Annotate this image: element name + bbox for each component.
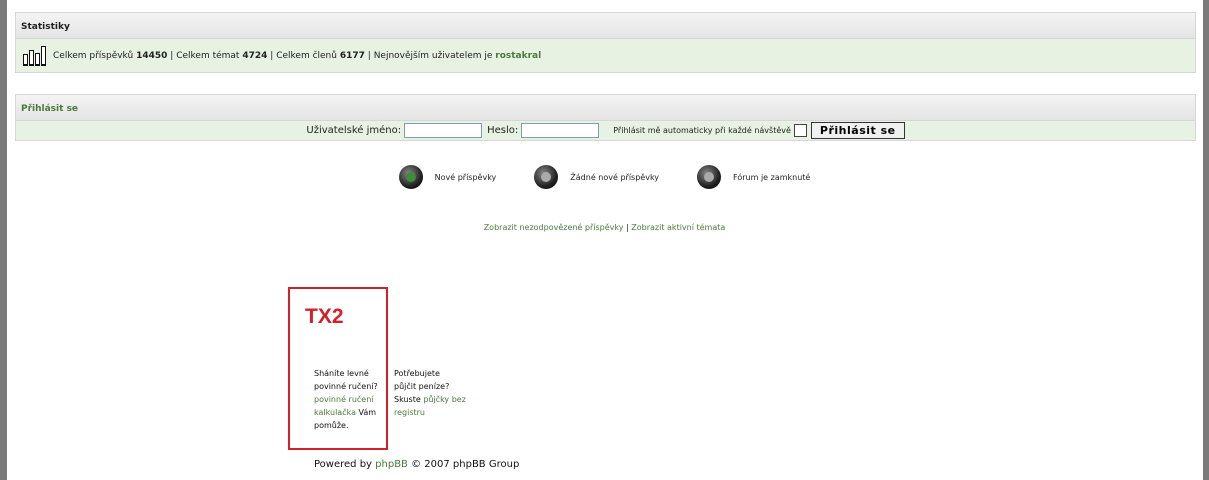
login-header[interactable]: Přihlásit se: [15, 94, 1196, 121]
ad-text: pomůže.: [314, 421, 349, 430]
ad-text: půjčit peníze?: [394, 382, 450, 391]
posts-label: Celkem příspěvků: [53, 50, 134, 61]
statistics-header: Statistiky: [15, 12, 1196, 39]
separator: |: [170, 50, 174, 61]
window-frame-left: [0, 0, 7, 480]
separator: |: [270, 50, 274, 61]
members-label: Celkem členů: [276, 50, 337, 61]
legend-new-posts-label: Nové příspěvky: [434, 172, 497, 182]
legend-new-posts: Nové příspěvky: [398, 165, 497, 189]
search-links: Zobrazit nezodpovězené příspěvky | Zobra…: [0, 223, 1209, 232]
loans-link[interactable]: registru: [394, 408, 425, 417]
copyright-text: © 2007 phpBB Group: [411, 459, 520, 470]
powered-by-footer: Powered by phpBB © 2007 phpBB Group: [314, 459, 519, 470]
autologin-checkbox[interactable]: [793, 124, 807, 137]
window-frame-right: [1203, 0, 1209, 480]
members-count: 6177: [339, 50, 365, 61]
password-input[interactable]: [521, 123, 600, 138]
autologin-label: Přihlásit mě automaticky při každé návšt…: [613, 126, 791, 135]
active-topics-link[interactable]: Zobrazit aktivní témata: [631, 223, 725, 232]
ad-text: Sháníte levné: [314, 369, 369, 378]
statistics-chart-icon: [23, 45, 47, 66]
no-new-posts-icon: [534, 165, 559, 189]
insurance-link[interactable]: kalkulačka: [314, 408, 356, 417]
statistics-text: Celkem příspěvků 14450 | Celkem témat 47…: [53, 51, 541, 61]
username-input[interactable]: [404, 123, 483, 138]
username-label: Uživatelské jméno:: [306, 125, 402, 136]
newest-user-link[interactable]: rostakral: [495, 51, 541, 61]
ad-text: Vám: [358, 408, 377, 417]
insurance-link[interactable]: povinné ručení: [314, 395, 374, 404]
separator: |: [367, 50, 371, 61]
login-panel: Přihlásit se Uživatelské jméno: Heslo: P…: [15, 94, 1196, 141]
phpbb-link[interactable]: phpBB: [375, 459, 408, 470]
ad-column-loans: Potřebujete půjčit peníze? Skuste půjčky…: [394, 367, 466, 419]
locked-forum-icon: [697, 165, 722, 189]
new-posts-icon: [398, 165, 423, 189]
ad-text: Skuste: [394, 395, 421, 404]
legend-no-new-posts: Žádné nové příspěvky: [534, 165, 659, 189]
password-label: Heslo:: [487, 125, 519, 136]
login-button[interactable]: Přihlásit se: [810, 122, 905, 139]
newest-user-label: Nejnovějším uživatelem je: [373, 50, 493, 61]
legend-locked-label: Fórum je zamknuté: [733, 172, 811, 182]
statistics-row: Celkem příspěvků 14450 | Celkem témat 47…: [15, 39, 1196, 73]
ad-title: TX2: [305, 305, 344, 328]
ad-column-insurance: Sháníte levné povinné ručení? povinné ru…: [314, 367, 378, 432]
unanswered-posts-link[interactable]: Zobrazit nezodpovězené příspěvky: [484, 223, 624, 232]
posts-count: 14450: [136, 50, 168, 61]
legend-no-new-posts-label: Žádné nové příspěvky: [570, 172, 660, 182]
loans-link[interactable]: půjčky bez: [423, 395, 466, 404]
forum-legend: Nové příspěvky Žádné nové příspěvky Fóru…: [0, 165, 1209, 189]
legend-locked: Fórum je zamknuté: [697, 165, 810, 189]
topics-label: Celkem témat: [176, 50, 240, 61]
topics-count: 4724: [242, 50, 268, 61]
links-separator: |: [626, 223, 629, 232]
login-row: Uživatelské jméno: Heslo: Přihlásit mě a…: [15, 121, 1196, 141]
powered-by-text: Powered by: [314, 459, 372, 470]
ad-text: Potřebujete: [394, 369, 440, 378]
ad-text: povinné ručení?: [314, 382, 378, 391]
statistics-panel: Statistiky Celkem příspěvků 14450 | Celk…: [15, 12, 1196, 73]
